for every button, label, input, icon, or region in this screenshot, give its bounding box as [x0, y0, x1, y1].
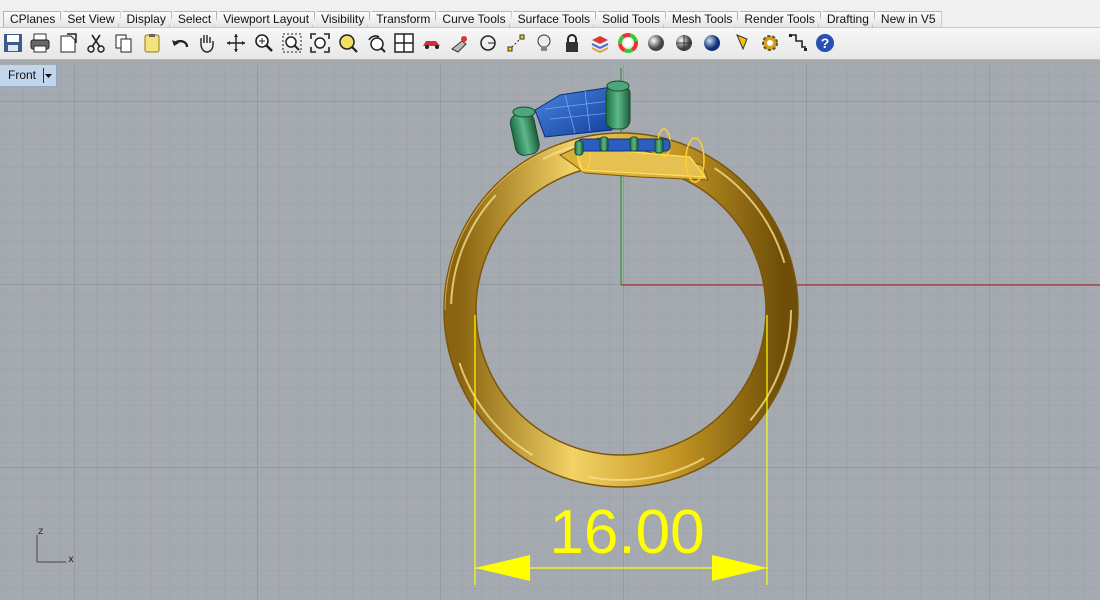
dimension-label: 16.00 — [549, 498, 704, 567]
help-icon[interactable]: ? — [813, 31, 837, 55]
analysis-icon[interactable] — [732, 31, 756, 55]
viewport-title: Front — [8, 68, 37, 82]
color-wheel-icon[interactable] — [616, 31, 640, 55]
tab-viewport-layout[interactable]: Viewport Layout — [214, 11, 316, 27]
tab-mesh-tools[interactable]: Mesh Tools — [662, 11, 739, 27]
main-toolbar: ? — [0, 28, 1100, 60]
rotate-view-icon[interactable] — [224, 31, 248, 55]
axis-z-label: z — [38, 526, 43, 537]
rendered-sphere-icon[interactable] — [672, 31, 696, 55]
zoom-dynamic-icon[interactable] — [252, 31, 276, 55]
toolbar-tab-strip: CPlanes Set View Display Select Viewport… — [0, 0, 1100, 28]
tab-visibility[interactable]: Visibility — [312, 11, 371, 27]
blue-sphere-icon[interactable] — [700, 31, 724, 55]
tab-cplanes[interactable]: CPlanes — [3, 11, 62, 27]
tab-surface-tools[interactable]: Surface Tools — [508, 11, 597, 27]
tab-drafting[interactable]: Drafting — [817, 11, 875, 27]
import-icon[interactable] — [56, 31, 80, 55]
point-edit-icon[interactable] — [504, 31, 528, 55]
copy-icon[interactable] — [112, 31, 136, 55]
axis-x-label: x — [68, 554, 74, 565]
viewport-title-tab[interactable]: Front — [0, 65, 57, 87]
paste-icon[interactable] — [140, 31, 164, 55]
print-icon[interactable] — [28, 31, 52, 55]
zoom-extents-icon[interactable] — [308, 31, 332, 55]
tab-solid-tools[interactable]: Solid Tools — [593, 11, 666, 27]
grid-snap-icon[interactable] — [786, 31, 810, 55]
tab-render-tools[interactable]: Render Tools — [735, 11, 821, 27]
car-icon[interactable] — [420, 31, 444, 55]
settings-wrench-icon[interactable] — [448, 31, 472, 55]
tab-transform[interactable]: Transform — [367, 11, 437, 27]
viewport-canvas[interactable]: 16.00 z x — [0, 65, 1100, 600]
undo-icon[interactable] — [168, 31, 192, 55]
layer-book-icon[interactable] — [588, 31, 612, 55]
svg-text:?: ? — [821, 35, 830, 51]
four-viewports-icon[interactable] — [392, 31, 416, 55]
tab-display[interactable]: Display — [117, 11, 172, 27]
lock-icon[interactable] — [560, 31, 584, 55]
cut-icon[interactable] — [84, 31, 108, 55]
options-gear-icon[interactable] — [758, 31, 782, 55]
chevron-down-icon[interactable] — [43, 65, 53, 86]
undo-view-icon[interactable] — [364, 31, 388, 55]
tab-new-in-v5[interactable]: New in V5 — [871, 11, 942, 27]
save-icon[interactable] — [1, 31, 25, 55]
zoom-window-icon[interactable] — [280, 31, 304, 55]
shaded-sphere-icon[interactable] — [644, 31, 668, 55]
tab-set-view[interactable]: Set View — [58, 11, 121, 27]
zoom-selected-icon[interactable] — [336, 31, 360, 55]
circle-icon[interactable] — [476, 31, 500, 55]
light-bulb-icon[interactable] — [532, 31, 556, 55]
front-viewport[interactable]: 16.00 z x Front — [0, 65, 1100, 600]
toolbar-tabs: CPlanes Set View Display Select Viewport… — [3, 11, 942, 27]
pan-icon[interactable] — [194, 31, 218, 55]
tab-select[interactable]: Select — [168, 11, 218, 27]
tab-curve-tools[interactable]: Curve Tools — [433, 11, 512, 27]
